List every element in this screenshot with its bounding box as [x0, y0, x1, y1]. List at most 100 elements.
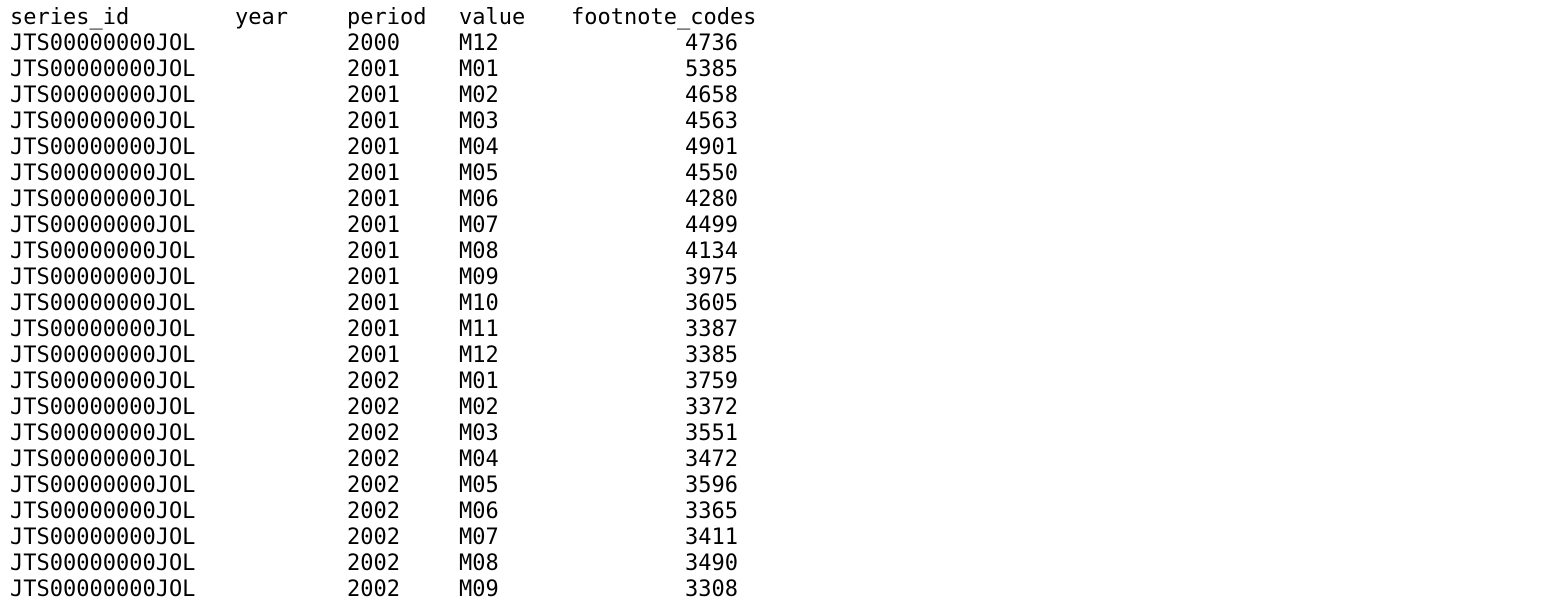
cell-period: M07 — [459, 213, 499, 238]
cell-period: M06 — [459, 499, 499, 524]
cell-series-id: JTS00000000JOL — [10, 551, 196, 576]
table-row: JTS00000000JOL 2001 M09 3975 — [0, 265, 1548, 291]
table-row: JTS00000000JOL 2002 M08 3490 — [0, 551, 1548, 577]
cell-series-id: JTS00000000JOL — [10, 499, 196, 524]
cell-period: M11 — [459, 317, 499, 342]
table-row: JTS00000000JOL 2002 M03 3551 — [0, 421, 1548, 447]
cell-year: 2001 — [347, 135, 400, 160]
table-row: JTS00000000JOL 2002 M01 3759 — [0, 369, 1548, 395]
cell-value: 4563 — [685, 109, 738, 134]
table-row: JTS00000000JOL 2000 M12 4736 — [0, 31, 1548, 57]
cell-period: M05 — [459, 161, 499, 186]
cell-year: 2001 — [347, 109, 400, 134]
table-row: JTS00000000JOL 2001 M07 4499 — [0, 213, 1548, 239]
cell-year: 2002 — [347, 577, 400, 602]
cell-year: 2002 — [347, 395, 400, 420]
cell-series-id: JTS00000000JOL — [10, 369, 196, 394]
cell-series-id: JTS00000000JOL — [10, 239, 196, 264]
cell-period: M05 — [459, 473, 499, 498]
cell-value: 3411 — [685, 525, 738, 550]
cell-value: 3596 — [685, 473, 738, 498]
header-footnote-codes: footnote_codes — [571, 5, 757, 30]
cell-value: 4499 — [685, 213, 738, 238]
cell-series-id: JTS00000000JOL — [10, 473, 196, 498]
table-row: JTS00000000JOL 2001 M01 5385 — [0, 57, 1548, 83]
cell-value: 4280 — [685, 187, 738, 212]
cell-period: M03 — [459, 109, 499, 134]
cell-year: 2001 — [347, 265, 400, 290]
cell-value: 3605 — [685, 291, 738, 316]
cell-series-id: JTS00000000JOL — [10, 421, 196, 446]
cell-year: 2001 — [347, 343, 400, 368]
cell-period: M04 — [459, 447, 499, 472]
cell-period: M08 — [459, 239, 499, 264]
cell-series-id: JTS00000000JOL — [10, 317, 196, 342]
cell-year: 2001 — [347, 187, 400, 212]
cell-value: 3385 — [685, 343, 738, 368]
cell-year: 2002 — [347, 421, 400, 446]
cell-year: 2001 — [347, 213, 400, 238]
cell-value: 4550 — [685, 161, 738, 186]
cell-series-id: JTS00000000JOL — [10, 343, 196, 368]
table-row: JTS00000000JOL 2002 M05 3596 — [0, 473, 1548, 499]
cell-series-id: JTS00000000JOL — [10, 213, 196, 238]
cell-year: 2001 — [347, 291, 400, 316]
cell-period: M09 — [459, 265, 499, 290]
header-year: year — [235, 5, 288, 30]
cell-year: 2000 — [347, 31, 400, 56]
cell-value: 4134 — [685, 239, 738, 264]
cell-year: 2001 — [347, 57, 400, 82]
cell-year: 2002 — [347, 369, 400, 394]
cell-value: 3975 — [685, 265, 738, 290]
cell-year: 2002 — [347, 551, 400, 576]
cell-year: 2002 — [347, 473, 400, 498]
table-row: JTS00000000JOL 2001 M12 3385 — [0, 343, 1548, 369]
table-row: JTS00000000JOL 2002 M07 3411 — [0, 525, 1548, 551]
cell-year: 2002 — [347, 447, 400, 472]
cell-value: 4736 — [685, 31, 738, 56]
table-row: JTS00000000JOL 2001 M06 4280 — [0, 187, 1548, 213]
cell-series-id: JTS00000000JOL — [10, 83, 196, 108]
table-row: JTS00000000JOL 2001 M04 4901 — [0, 135, 1548, 161]
cell-series-id: JTS00000000JOL — [10, 395, 196, 420]
cell-series-id: JTS00000000JOL — [10, 577, 196, 602]
cell-period: M02 — [459, 83, 499, 108]
header-period: period — [347, 5, 427, 30]
cell-period: M06 — [459, 187, 499, 212]
header-value: value — [459, 5, 526, 30]
cell-year: 2001 — [347, 83, 400, 108]
cell-period: M08 — [459, 551, 499, 576]
table-row: JTS00000000JOL 2001 M03 4563 — [0, 109, 1548, 135]
cell-year: 2001 — [347, 317, 400, 342]
table-row: JTS00000000JOL 2002 M06 3365 — [0, 499, 1548, 525]
cell-period: M12 — [459, 343, 499, 368]
table-row: JTS00000000JOL 2002 M09 3308 — [0, 577, 1548, 603]
cell-year: 2002 — [347, 525, 400, 550]
cell-value: 3759 — [685, 369, 738, 394]
table-row: JTS00000000JOL 2001 M08 4134 — [0, 239, 1548, 265]
cell-value: 3365 — [685, 499, 738, 524]
cell-period: M01 — [459, 369, 499, 394]
cell-period: M07 — [459, 525, 499, 550]
cell-value: 3472 — [685, 447, 738, 472]
cell-period: M12 — [459, 31, 499, 56]
cell-period: M04 — [459, 135, 499, 160]
cell-series-id: JTS00000000JOL — [10, 135, 196, 160]
cell-value: 3308 — [685, 577, 738, 602]
table-row: JTS00000000JOL 2002 M02 3372 — [0, 395, 1548, 421]
terminal-output: series_id year period value footnote_cod… — [0, 0, 1548, 604]
table-row: JTS00000000JOL 2001 M05 4550 — [0, 161, 1548, 187]
cell-value: 3387 — [685, 317, 738, 342]
cell-series-id: JTS00000000JOL — [10, 57, 196, 82]
cell-series-id: JTS00000000JOL — [10, 161, 196, 186]
cell-series-id: JTS00000000JOL — [10, 187, 196, 212]
table-row: JTS00000000JOL 2002 M04 3472 — [0, 447, 1548, 473]
header-series-id: series_id — [10, 5, 130, 30]
cell-period: M01 — [459, 57, 499, 82]
cell-series-id: JTS00000000JOL — [10, 447, 196, 472]
cell-year: 2001 — [347, 161, 400, 186]
cell-value: 5385 — [685, 57, 738, 82]
table-body: JTS00000000JOL 2000 M12 4736 JTS00000000JOL 2… — [0, 31, 1548, 603]
table-row: JTS00000000JOL 2001 M02 4658 — [0, 83, 1548, 109]
cell-value: 4658 — [685, 83, 738, 108]
